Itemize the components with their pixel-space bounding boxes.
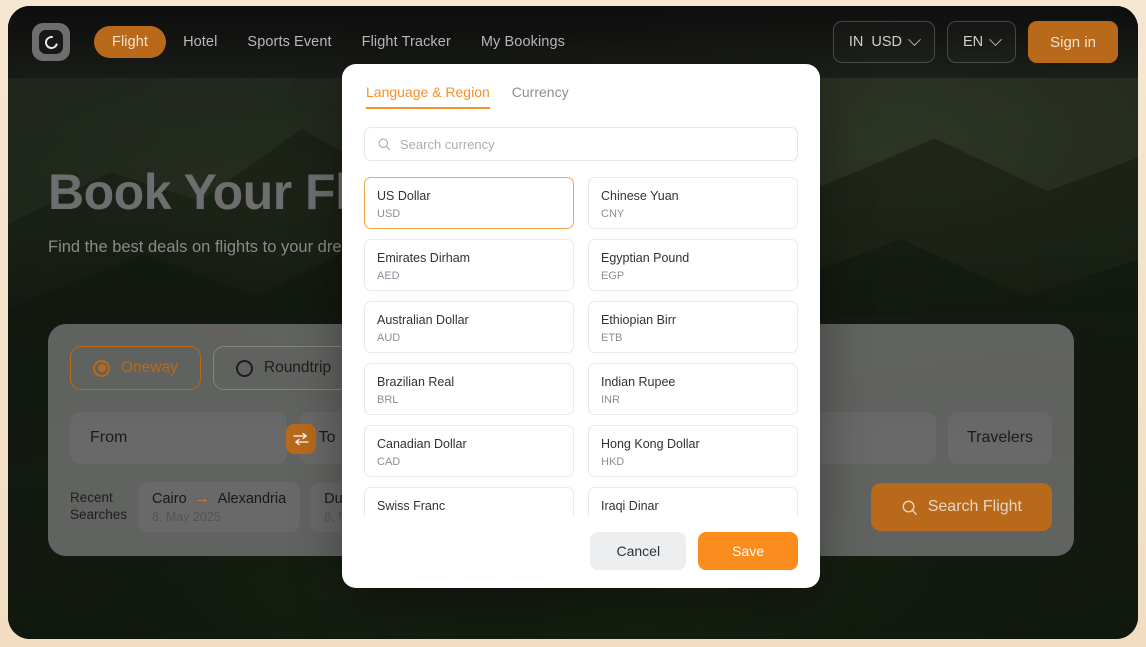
crescent-logo-icon	[42, 33, 60, 51]
currency-option-iqd[interactable]: Iraqi Dinar IQD	[588, 487, 798, 516]
currency-name: Australian Dollar	[377, 312, 561, 328]
logo-inner-square	[39, 30, 63, 54]
trip-type-oneway[interactable]: Oneway	[70, 346, 201, 390]
currency-name: Hong Kong Dollar	[601, 436, 785, 452]
currency-name: Brazilian Real	[377, 374, 561, 390]
currency-list: US Dollar USD Chinese Yuan CNY Emirates …	[364, 177, 798, 516]
chevron-down-icon	[989, 33, 1002, 46]
currency-option-inr[interactable]: Indian Rupee INR	[588, 363, 798, 415]
currency-code: AUD	[377, 332, 561, 344]
currency-value: USD	[871, 34, 902, 50]
recent-origin: Cairo	[152, 491, 187, 507]
currency-option-brl[interactable]: Brazilian Real BRL	[364, 363, 574, 415]
dialog-tabs: Language & Region Currency	[364, 84, 798, 109]
currency-option-usd[interactable]: US Dollar USD	[364, 177, 574, 229]
swap-arrows-icon[interactable]	[286, 424, 316, 454]
language-selector[interactable]: EN	[947, 21, 1016, 63]
currency-name: Ethiopian Birr	[601, 312, 785, 328]
currency-code: CNY	[601, 208, 785, 220]
recent-destination: Alexandria	[218, 491, 287, 507]
tab-language-region[interactable]: Language & Region	[366, 84, 490, 109]
language-value: EN	[963, 34, 983, 50]
currency-option-egp[interactable]: Egyptian Pound EGP	[588, 239, 798, 291]
search-flight-label: Search Flight	[928, 498, 1022, 516]
recent-search-item[interactable]: Cairo → Alexandria 8, May 2025	[138, 482, 300, 532]
cancel-button[interactable]: Cancel	[590, 532, 686, 570]
currency-name: Indian Rupee	[601, 374, 785, 390]
sign-in-button[interactable]: Sign in	[1028, 21, 1118, 63]
from-field[interactable]: From	[70, 412, 287, 464]
recent-searches-label: Recent Searches	[70, 490, 128, 524]
nav-item-sports-event[interactable]: Sports Event	[234, 26, 344, 58]
radio-oneway-icon	[93, 360, 110, 377]
currency-code: AED	[377, 270, 561, 282]
currency-name: Chinese Yuan	[601, 188, 785, 204]
main-navigation: Flight Hotel Sports Event Flight Tracker…	[94, 26, 578, 58]
currency-code: INR	[601, 394, 785, 406]
currency-code: USD	[377, 208, 561, 220]
trip-type-roundtrip-label: Roundtrip	[264, 359, 331, 377]
page-frame: Flight Hotel Sports Event Flight Tracker…	[0, 0, 1146, 647]
arrow-right-icon: →	[195, 490, 210, 507]
currency-code: EGP	[601, 270, 785, 282]
currency-option-hkd[interactable]: Hong Kong Dollar HKD	[588, 425, 798, 477]
chevron-down-icon	[908, 33, 921, 46]
currency-search-wrapper	[364, 127, 798, 161]
radio-roundtrip-icon	[236, 360, 253, 377]
travelers-field[interactable]: Travelers	[948, 412, 1052, 464]
search-icon	[901, 499, 918, 516]
nav-item-my-bookings[interactable]: My Bookings	[468, 26, 578, 58]
currency-name: Iraqi Dinar	[601, 498, 785, 514]
app-screen: Flight Hotel Sports Event Flight Tracker…	[8, 6, 1138, 639]
search-flight-button[interactable]: Search Flight	[871, 483, 1052, 531]
currency-option-cny[interactable]: Chinese Yuan CNY	[588, 177, 798, 229]
currency-code: CAD	[377, 456, 561, 468]
currency-name: US Dollar	[377, 188, 561, 204]
brand-logo-icon[interactable]	[32, 23, 70, 61]
region-currency-selector[interactable]: IN USD	[833, 21, 935, 63]
search-icon	[377, 137, 391, 151]
trip-type-oneway-label: Oneway	[121, 359, 178, 377]
tab-currency[interactable]: Currency	[512, 84, 569, 109]
header-actions: IN USD EN Sign in	[833, 21, 1118, 63]
currency-option-aed[interactable]: Emirates Dirham AED	[364, 239, 574, 291]
recent-search-route: Cairo → Alexandria	[152, 490, 286, 507]
nav-item-flight[interactable]: Flight	[94, 26, 166, 58]
region-value: IN	[849, 34, 864, 50]
currency-code: BRL	[377, 394, 561, 406]
nav-item-flight-tracker[interactable]: Flight Tracker	[349, 26, 464, 58]
recent-search-date: 8, May 2025	[152, 510, 286, 524]
currency-code: ETB	[601, 332, 785, 344]
currency-name: Egyptian Pound	[601, 250, 785, 266]
currency-name: Emirates Dirham	[377, 250, 561, 266]
dialog-footer: Cancel Save	[364, 532, 798, 570]
currency-name: Swiss Franc	[377, 498, 561, 514]
trip-type-roundtrip[interactable]: Roundtrip	[213, 346, 354, 390]
language-region-currency-dialog: Language & Region Currency US Dollar USD…	[342, 64, 820, 588]
currency-option-chf[interactable]: Swiss Franc CHF	[364, 487, 574, 516]
currency-name: Canadian Dollar	[377, 436, 561, 452]
currency-option-aud[interactable]: Australian Dollar AUD	[364, 301, 574, 353]
nav-item-hotel[interactable]: Hotel	[170, 26, 230, 58]
search-currency-input[interactable]	[400, 137, 785, 152]
currency-option-cad[interactable]: Canadian Dollar CAD	[364, 425, 574, 477]
currency-option-etb[interactable]: Ethiopian Birr ETB	[588, 301, 798, 353]
save-button[interactable]: Save	[698, 532, 798, 570]
currency-code: HKD	[601, 456, 785, 468]
